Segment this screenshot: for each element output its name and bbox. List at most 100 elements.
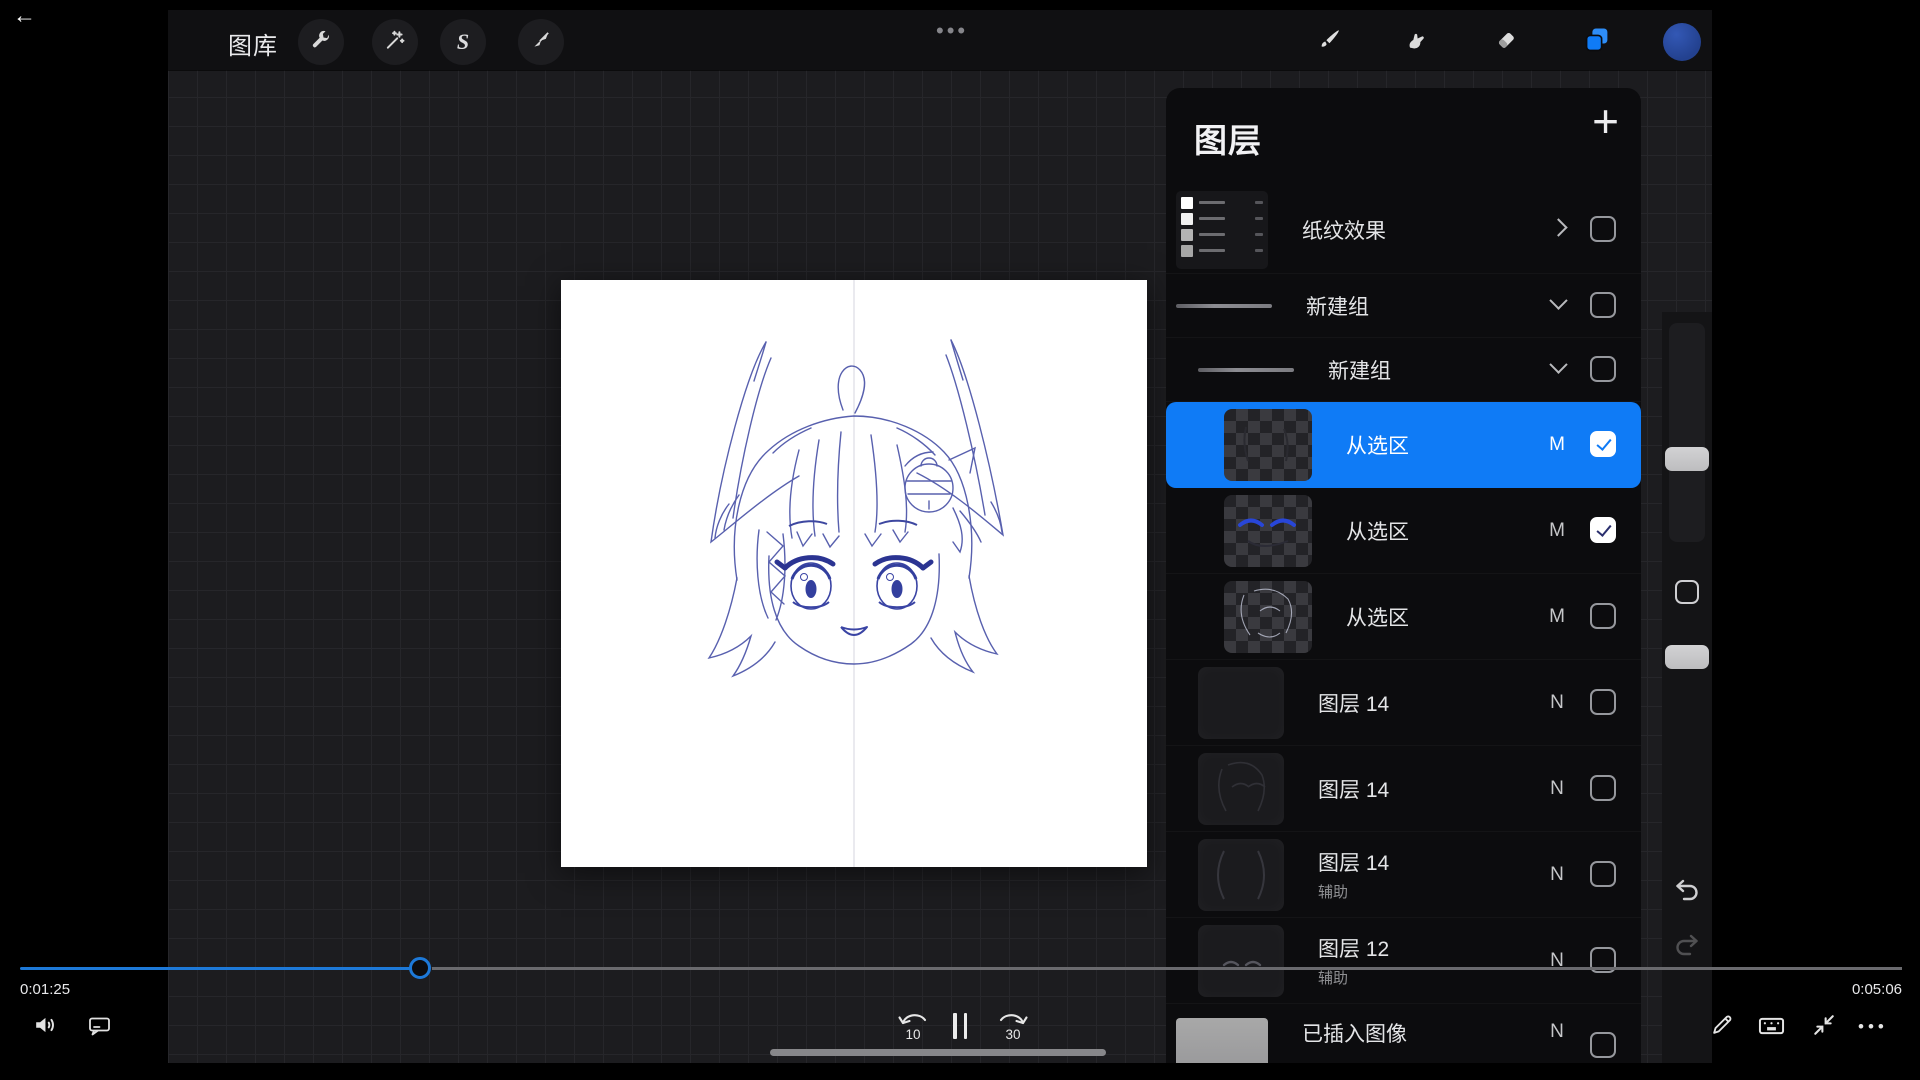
layer-row[interactable]: 纸纹效果 bbox=[1166, 186, 1641, 274]
blend-mode-badge[interactable]: N bbox=[1542, 864, 1572, 886]
layer-thumbnail bbox=[1198, 753, 1284, 825]
actions-button[interactable] bbox=[298, 19, 344, 65]
undo-button[interactable] bbox=[1672, 878, 1702, 907]
layer-row[interactable]: 新建组 bbox=[1166, 274, 1641, 338]
smudge-button[interactable] bbox=[1393, 19, 1439, 65]
visibility-checkbox[interactable] bbox=[1590, 775, 1616, 801]
brush-size-slider-handle[interactable] bbox=[1665, 447, 1709, 471]
blend-mode-badge[interactable]: M bbox=[1542, 434, 1572, 456]
forward-30-label: 30 bbox=[993, 1027, 1033, 1042]
brush-size-slider-track[interactable] bbox=[1669, 323, 1705, 542]
layer-row[interactable]: 从选区 M bbox=[1166, 402, 1641, 488]
visibility-checkbox[interactable] bbox=[1590, 216, 1616, 242]
layer-name: 图层 12 bbox=[1318, 933, 1389, 963]
layer-name: 图层 14 bbox=[1318, 847, 1389, 877]
procreate-toolbar: 图库 S ••• bbox=[168, 10, 1712, 70]
visibility-checkbox[interactable] bbox=[1590, 603, 1616, 629]
layer-thumbnail bbox=[1198, 839, 1284, 911]
layer-name: 图层 14 bbox=[1318, 688, 1389, 718]
redo-button[interactable] bbox=[1672, 933, 1702, 962]
keyboard-pip-icon bbox=[1758, 1024, 1785, 1041]
rewind-10-label: 10 bbox=[893, 1027, 933, 1042]
layers-panel-header: 图层 + bbox=[1166, 88, 1641, 186]
visibility-checkbox[interactable] bbox=[1590, 292, 1616, 318]
layer-row[interactable]: 图层 12 辅助 N bbox=[1166, 918, 1641, 1004]
layer-thumbnail bbox=[1224, 409, 1312, 481]
brush-button[interactable] bbox=[1306, 19, 1352, 65]
rewind-10-button[interactable]: 10 bbox=[893, 1010, 933, 1042]
eraser-icon bbox=[1493, 27, 1519, 58]
layer-thumbnail bbox=[1224, 495, 1312, 567]
layer-thumbnail bbox=[1224, 581, 1312, 653]
visibility-checkbox[interactable] bbox=[1590, 1032, 1616, 1058]
progress-bar-played[interactable] bbox=[20, 967, 420, 970]
layers-panel: 图层 + 纸纹效果 新建组 新建组 从选区 bbox=[1166, 88, 1641, 1063]
pause-button[interactable] bbox=[951, 1013, 969, 1039]
drawing-canvas[interactable] bbox=[561, 280, 1147, 867]
layer-name: 从选区 bbox=[1346, 516, 1409, 546]
keyboard-pip-button[interactable] bbox=[1758, 1015, 1785, 1042]
blend-mode-badge[interactable]: N bbox=[1542, 692, 1572, 714]
visibility-checkbox[interactable] bbox=[1590, 861, 1616, 887]
transform-button[interactable] bbox=[518, 19, 564, 65]
blend-mode-badge[interactable]: N bbox=[1542, 778, 1572, 800]
modify-button[interactable] bbox=[1675, 580, 1699, 604]
layer-thumbnail bbox=[1176, 1018, 1268, 1063]
layer-thumbnail bbox=[1198, 368, 1294, 372]
opacity-slider-handle[interactable] bbox=[1665, 645, 1709, 669]
more-options-button[interactable]: ••• bbox=[1858, 1017, 1888, 1037]
layers-button[interactable] bbox=[1574, 19, 1620, 65]
smudge-icon bbox=[1403, 27, 1429, 58]
layer-thumbnail bbox=[1198, 667, 1284, 739]
layer-name: 从选区 bbox=[1346, 430, 1409, 460]
layer-row[interactable]: 新建组 bbox=[1166, 338, 1641, 402]
visibility-checkbox[interactable] bbox=[1590, 517, 1616, 543]
pencil-icon bbox=[1710, 1024, 1735, 1041]
magic-wand-icon bbox=[384, 29, 406, 56]
group-chevron-icon[interactable] bbox=[1546, 221, 1570, 239]
group-chevron-icon[interactable] bbox=[1546, 361, 1570, 379]
volume-button[interactable] bbox=[34, 1014, 58, 1041]
group-chevron-icon[interactable] bbox=[1546, 297, 1570, 315]
visibility-checkbox[interactable] bbox=[1590, 689, 1616, 715]
layer-row[interactable]: 图层 14 N bbox=[1166, 746, 1641, 832]
minimize-icon bbox=[1812, 1024, 1836, 1041]
blend-mode-badge[interactable]: M bbox=[1542, 606, 1572, 628]
blend-mode-badge[interactable]: M bbox=[1542, 520, 1572, 542]
layer-name: 图层 14 bbox=[1318, 774, 1389, 804]
layer-row[interactable]: 图层 14 N bbox=[1166, 660, 1641, 746]
layer-name: 纸纹效果 bbox=[1302, 215, 1386, 245]
gallery-button[interactable]: 图库 bbox=[228, 26, 278, 61]
layer-subtitle: 辅助 bbox=[1318, 967, 1389, 988]
layer-row[interactable]: 图层 14 辅助 N bbox=[1166, 832, 1641, 918]
back-arrow-icon[interactable]: ← bbox=[13, 2, 36, 29]
eraser-button[interactable] bbox=[1483, 19, 1529, 65]
forward-30-button[interactable]: 30 bbox=[993, 1010, 1033, 1042]
progress-bar-remaining[interactable] bbox=[432, 967, 1902, 970]
layer-row[interactable]: 从选区 M bbox=[1166, 488, 1641, 574]
layer-thumbnail bbox=[1176, 304, 1272, 308]
add-layer-button[interactable]: + bbox=[1592, 98, 1619, 144]
adjustments-button[interactable] bbox=[372, 19, 418, 65]
selection-button[interactable]: S bbox=[440, 19, 486, 65]
visibility-checkbox[interactable] bbox=[1590, 356, 1616, 382]
subtitles-button[interactable] bbox=[88, 1016, 111, 1041]
layer-name: 从选区 bbox=[1346, 602, 1409, 632]
wrench-icon bbox=[310, 29, 332, 56]
layer-row[interactable]: 已插入图像 N bbox=[1166, 1004, 1641, 1063]
canvas-menu-dots[interactable]: ••• bbox=[936, 18, 968, 44]
visibility-checkbox[interactable] bbox=[1590, 431, 1616, 457]
layer-name: 已插入图像 bbox=[1302, 1018, 1407, 1048]
layer-thumbnail bbox=[1198, 925, 1284, 997]
horizontal-scrollbar[interactable] bbox=[770, 1049, 1106, 1056]
pencil-button[interactable] bbox=[1710, 1012, 1735, 1042]
selection-icon: S bbox=[457, 29, 469, 55]
volume-icon bbox=[34, 1023, 58, 1040]
minimize-button[interactable] bbox=[1812, 1013, 1836, 1042]
layer-row[interactable]: 从选区 M bbox=[1166, 574, 1641, 660]
brush-icon bbox=[1316, 27, 1342, 58]
color-swatch[interactable] bbox=[1663, 23, 1701, 61]
blend-mode-badge[interactable]: N bbox=[1542, 1021, 1572, 1043]
progress-scrubber[interactable] bbox=[409, 957, 431, 979]
layer-name: 新建组 bbox=[1328, 355, 1391, 385]
